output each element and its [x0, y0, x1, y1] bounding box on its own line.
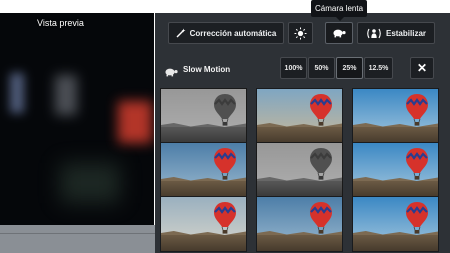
speed-100-button[interactable]: 100% — [280, 57, 307, 79]
slow-motion-label: Slow Motion — [183, 65, 231, 74]
stabilize-person-icon — [366, 28, 382, 39]
preview-shadow — [60, 163, 120, 203]
hot-air-balloon-icon — [406, 202, 428, 234]
hot-air-balloon-icon — [310, 202, 332, 234]
hot-air-balloon-icon — [310, 94, 332, 126]
thumb-ground — [161, 127, 246, 143]
magic-wand-icon — [176, 28, 186, 38]
tooltip-arrow — [336, 17, 344, 21]
turtle-icon — [164, 64, 178, 82]
slow-motion-button[interactable] — [325, 22, 353, 44]
stabilize-label: Estabilizar — [385, 28, 426, 38]
turtle-icon — [332, 28, 346, 38]
speed-50-button[interactable]: 50% — [308, 57, 335, 79]
hot-air-balloon-icon — [214, 148, 236, 180]
preview-light-blue — [10, 73, 24, 113]
filter-thumbnail[interactable] — [352, 196, 439, 252]
timeline-track — [0, 233, 155, 234]
filter-thumbnail[interactable] — [160, 196, 247, 252]
filter-thumbnail[interactable] — [256, 142, 343, 198]
thumb-ground — [353, 235, 438, 251]
brightness-button[interactable] — [288, 22, 313, 44]
filter-grid — [160, 88, 440, 253]
hot-air-balloon-icon — [214, 94, 236, 126]
timeline-bar[interactable] — [0, 225, 155, 253]
preview-label: Vista previa — [37, 18, 84, 28]
slow-motion-row: Slow Motion 100% 50% 25% 12.5% ✕ — [160, 57, 442, 83]
hot-air-balloon-icon — [214, 202, 236, 234]
hot-air-balloon-icon — [406, 94, 428, 126]
hot-air-balloon-icon — [310, 148, 332, 180]
thumb-ground — [353, 127, 438, 143]
filter-thumbnail[interactable] — [352, 88, 439, 144]
slow-motion-tooltip: Cámara lenta — [311, 0, 368, 17]
filter-thumbnail[interactable] — [160, 88, 247, 144]
video-preview: Vista previa — [0, 13, 154, 225]
close-button[interactable]: ✕ — [410, 57, 434, 79]
preview-light-red — [118, 101, 152, 143]
thumb-ground — [257, 181, 342, 197]
speed-12-5-button[interactable]: 12.5% — [364, 57, 393, 79]
thumb-ground — [161, 235, 246, 251]
stabilize-button[interactable]: Estabilizar — [357, 22, 435, 44]
top-strip — [155, 0, 450, 13]
autofix-label: Corrección automática — [189, 28, 277, 38]
filter-thumbnail[interactable] — [160, 142, 247, 198]
autofix-button[interactable]: Corrección automática — [168, 22, 284, 44]
filter-thumbnail[interactable] — [256, 196, 343, 252]
sun-icon — [294, 27, 307, 40]
thumb-ground — [257, 235, 342, 251]
speed-25-button[interactable]: 25% — [336, 57, 363, 79]
thumb-ground — [257, 127, 342, 143]
thumb-ground — [353, 181, 438, 197]
thumb-ground — [161, 181, 246, 197]
hot-air-balloon-icon — [406, 148, 428, 180]
preview-light-white — [55, 75, 77, 115]
filter-thumbnail[interactable] — [256, 88, 343, 144]
filter-thumbnail[interactable] — [352, 142, 439, 198]
